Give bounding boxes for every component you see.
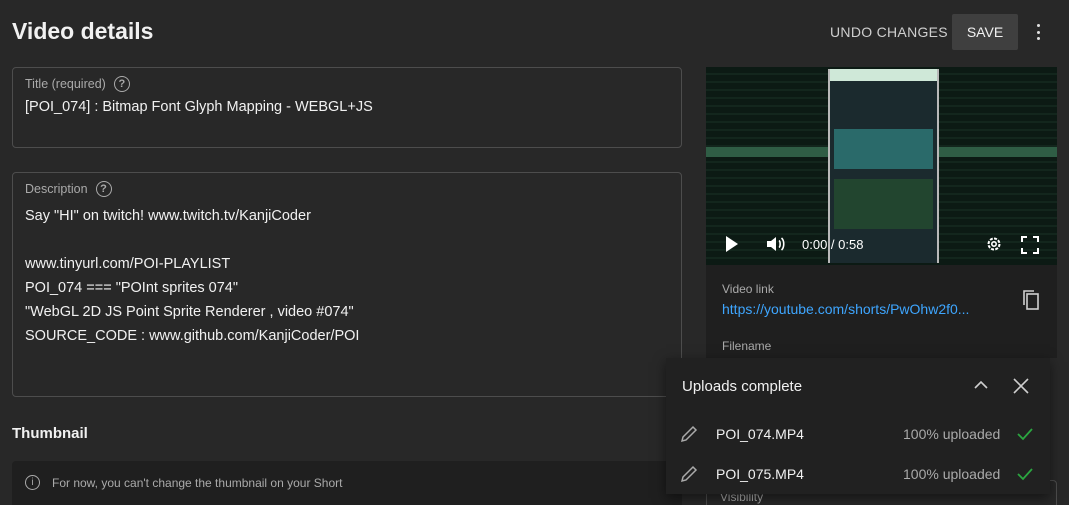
- thumbnail-notice-text: For now, you can't change the thumbnail …: [52, 476, 343, 490]
- description-field[interactable]: Description ? Say "HI" on twitch! www.tw…: [12, 172, 682, 397]
- upload-item-status: 100% uploaded: [903, 426, 1001, 442]
- filename-label: Filename: [722, 339, 772, 353]
- check-icon: [1017, 428, 1033, 441]
- upload-item-name: POI_074.MP4: [716, 426, 804, 442]
- description-line: [25, 228, 359, 252]
- description-line: POI_074 === "POInt sprites 074": [25, 280, 239, 296]
- chevron-up-icon[interactable]: [972, 378, 990, 392]
- copy-icon[interactable]: [1022, 289, 1040, 311]
- thumbnail-heading: Thumbnail: [12, 425, 88, 442]
- volume-icon[interactable]: [766, 236, 786, 252]
- pencil-icon[interactable]: [680, 465, 698, 483]
- gear-icon[interactable]: [985, 235, 1003, 253]
- info-icon: i: [25, 475, 40, 490]
- uploads-panel: Uploads complete POI_074.MP4 100% upload…: [666, 358, 1050, 494]
- title-input[interactable]: [POI_074] : Bitmap Font Glyph Mapping - …: [25, 99, 373, 115]
- description-field-label: Description: [25, 182, 88, 196]
- description-line: SOURCE_CODE : www.github.com/KanjiCoder/…: [25, 328, 360, 344]
- video-frame-header: [830, 69, 937, 81]
- close-icon[interactable]: [1012, 377, 1030, 395]
- undo-changes-button[interactable]: UNDO CHANGES: [830, 24, 948, 40]
- upload-item: POI_075.MP4 100% uploaded: [666, 462, 1050, 486]
- video-preview-panel: 0:00 / 0:58 Video link https://youtube.c…: [706, 67, 1057, 358]
- description-line: "WebGL 2D JS Point Sprite Renderer , vid…: [25, 304, 354, 320]
- page-title: Video details: [12, 18, 154, 44]
- play-icon[interactable]: [726, 236, 738, 252]
- pencil-icon[interactable]: [680, 425, 698, 443]
- video-link[interactable]: https://youtube.com/shorts/PwOhw2f0...: [722, 301, 994, 317]
- fullscreen-icon[interactable]: [1021, 236, 1039, 254]
- upload-item-status: 100% uploaded: [903, 466, 1001, 482]
- uploads-title: Uploads complete: [682, 378, 803, 395]
- title-field[interactable]: Title (required) ? [POI_074] : Bitmap Fo…: [12, 67, 682, 148]
- upload-item-name: POI_075.MP4: [716, 466, 804, 482]
- thumbnail-notice: i For now, you can't change the thumbnai…: [12, 461, 682, 505]
- help-circle-icon[interactable]: ?: [113, 76, 130, 92]
- video-link-label: Video link: [722, 282, 774, 296]
- description-input[interactable]: Say "HI" on twitch! www.twitch.tv/KanjiC…: [25, 204, 359, 348]
- save-button[interactable]: SAVE: [952, 14, 1018, 50]
- help-circle-icon[interactable]: ?: [95, 181, 112, 197]
- video-time: 0:00 / 0:58: [802, 237, 864, 252]
- video-player[interactable]: 0:00 / 0:58: [706, 67, 1057, 265]
- description-line: Say "HI" on twitch! www.twitch.tv/KanjiC…: [25, 208, 311, 224]
- video-frame-block: [834, 179, 933, 229]
- video-frame-short: [828, 69, 939, 263]
- video-frame-block: [834, 129, 933, 169]
- upload-item: POI_074.MP4 100% uploaded: [666, 422, 1050, 446]
- more-options-icon[interactable]: [1030, 20, 1046, 44]
- description-line: www.tinyurl.com/POI-PLAYLIST: [25, 256, 231, 272]
- title-field-label: Title (required): [25, 77, 106, 91]
- check-icon: [1017, 468, 1033, 481]
